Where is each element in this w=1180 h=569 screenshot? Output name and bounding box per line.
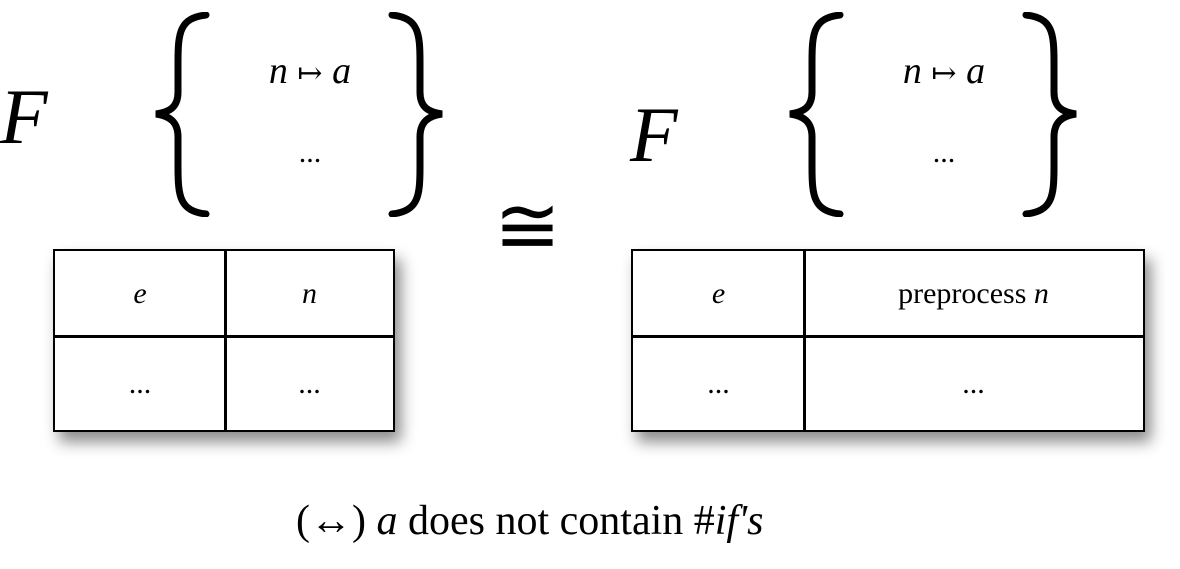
caption-emph: if <box>714 498 739 544</box>
right-table-header-e: e <box>711 277 726 310</box>
left-table: e n ... ... <box>53 249 395 432</box>
left-table-row-cell-1: ... <box>128 366 152 400</box>
right-table-row-cell-2: ... <box>962 366 985 400</box>
caption-var: a <box>376 498 398 544</box>
left-table-header-n: n <box>302 277 317 310</box>
left-mapping-ellipsis: ... <box>298 136 322 169</box>
left-open-brace <box>155 12 210 217</box>
left-mapping-n: n <box>268 50 288 92</box>
right-table-row-cell-1: ... <box>707 366 730 400</box>
right-table-header-var: n <box>1033 277 1049 310</box>
left-close-brace <box>388 12 443 217</box>
caption-tail: 's <box>738 498 764 544</box>
right-mapping-n: n <box>902 50 922 92</box>
caption-paren: (↔) <box>296 498 366 544</box>
left-table-row-cell-2: ... <box>298 366 321 400</box>
left-mapping-a: a <box>332 50 352 92</box>
left-mapping-arrow: ↦ <box>297 57 323 90</box>
caption: (↔) a does not contain #if's <box>296 500 763 542</box>
right-mapping-ellipsis: ... <box>932 136 956 169</box>
left-mapping: n ↦ a <box>240 52 380 90</box>
right-table-header-word: preprocess <box>898 277 1027 310</box>
right-mapping: n ↦ a <box>874 52 1014 90</box>
right-table-header-preprocess: preprocess n <box>805 251 1142 337</box>
right-functor-F: F <box>630 91 678 178</box>
left-functor-F: F <box>0 73 48 160</box>
right-mapping-a: a <box>966 50 986 92</box>
right-table: e preprocess n ... ... <box>631 249 1145 432</box>
caption-text: does not contain # <box>407 498 715 544</box>
right-close-brace <box>1022 12 1077 217</box>
right-mapping-arrow: ↦ <box>931 57 957 90</box>
right-open-brace <box>789 12 844 217</box>
congruence-symbol: ≅ <box>494 179 562 272</box>
left-table-header-e: e <box>133 277 147 310</box>
